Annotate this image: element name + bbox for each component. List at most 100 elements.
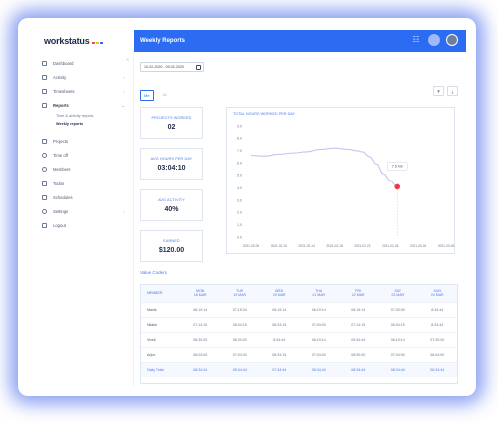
user-avatar-icon[interactable] [428, 34, 440, 46]
member-name-cell: Arjun [141, 346, 181, 362]
sidebar: « Dashboard Activity › Timesheets › Repo… [32, 52, 134, 386]
x-tick-label: 2021-02-10 [271, 244, 288, 248]
view-tabs: Me All [140, 90, 170, 101]
network-icon[interactable]: ☷ [410, 34, 422, 46]
time-cell: 06:19:14 [338, 301, 378, 317]
table-row: Vivek 08:30:00 08:30:00 8:34:44 06:19:14 09:3… [141, 331, 457, 347]
download-button[interactable]: ⤓ [447, 86, 458, 96]
sidebar-item-label: Settings [53, 208, 69, 214]
stat-value: 02 [167, 123, 176, 131]
app-logo[interactable]: workstatus [32, 30, 134, 52]
stat-card-projects: PROJECTS WORKED 02 [140, 107, 203, 139]
table-row: Nilakh 07:14:15 08:34:15 06:34:15 07:04:00 07… [141, 316, 457, 332]
time-cell: 8:34:44 [259, 331, 299, 347]
time-cell: 09:34:44 [338, 331, 378, 347]
calendar-icon[interactable] [196, 65, 201, 70]
sidebar-item-reports[interactable]: Reports ⌄ [32, 98, 133, 112]
time-cell: 07:34:44 [259, 361, 299, 377]
sidebar-item-settings[interactable]: Settings › [32, 204, 133, 218]
logo-dot-red [91, 41, 95, 44]
table-row: Manik 06:19:14 07:15:34 06:19:14 06:19:14 06:… [141, 301, 457, 317]
calendar-icon [42, 194, 47, 200]
column-header-member: MEMBER [141, 285, 181, 302]
x-tick-label: 2021-02-26 [382, 244, 399, 248]
time-cell: 08:34:44 [338, 361, 378, 377]
logout-icon [42, 222, 47, 228]
time-cell: 07:04:00 [378, 346, 418, 362]
sidebar-item-time-off[interactable]: Time off [32, 148, 133, 162]
sidebar-item-schedules[interactable]: Schedules [32, 190, 133, 204]
sidebar-subitem-weekly-reports[interactable]: Weekly reports [32, 120, 133, 128]
filter-icon: ▼ [436, 89, 441, 94]
logo-text: workstatus [44, 36, 90, 46]
chevron-down-icon: ⌄ [121, 102, 125, 108]
date-range-value: 10-02-2020 - 09-02-2020 [144, 65, 184, 69]
stat-label: AVG HOURS PER DAY [150, 156, 193, 161]
column-header-day: WED 20 MAR [259, 285, 299, 302]
todos-icon [42, 180, 47, 186]
sidebar-item-todos[interactable]: Todos [32, 176, 133, 190]
time-cell: 06:19:14 [180, 301, 220, 317]
sidebar-subitem-time-activity[interactable]: Time & activity reports [32, 112, 133, 120]
sidebar-item-members[interactable]: Members [32, 162, 133, 176]
time-cell: 08:19:14 [378, 331, 418, 347]
table-body: Manik 06:19:14 07:15:34 06:19:14 06:19:14 06:… [141, 301, 457, 377]
stat-value: 40% [164, 205, 179, 213]
sidebar-item-dashboard[interactable]: Dashboard [32, 56, 133, 70]
stat-label: PROJECTS WORKED [151, 115, 192, 120]
app-window: workstatus Weekly Reports ☷ « Dashboard [32, 30, 466, 386]
screenshot-frame: workstatus Weekly Reports ☷ « Dashboard [0, 0, 498, 423]
x-tick-label: 2021-03-02 [410, 244, 427, 248]
toolbar-buttons: ▼ ⤓ [433, 86, 458, 96]
column-header-day: FRI 22 MAR [338, 285, 378, 302]
member-name-cell: Manik [141, 301, 181, 317]
column-header-day: TUE 19 MAR [220, 285, 260, 302]
y-tick-label: 8.0 [237, 137, 242, 141]
time-cell: 08:30:00 [220, 331, 260, 347]
stat-label: AVG ACTIVITY [158, 197, 185, 202]
series-line [250, 147, 398, 187]
stat-card-avg-activity: AVG ACTIVITY 40% [140, 189, 203, 221]
time-cell: 06:04:00 [180, 346, 220, 362]
time-cell: 07:04:00 [299, 316, 339, 332]
y-tick-label: 7.0 [237, 149, 242, 153]
top-bar: workstatus Weekly Reports ☷ [32, 30, 466, 52]
sidebar-item-activity[interactable]: Activity › [32, 70, 133, 84]
hours-chart-card: TOTAL HOURS WORKED PER DAY 0.0 1.0 2.0 3.0 4… [226, 107, 455, 254]
time-cell: 07:04:00 [299, 346, 339, 362]
member-name-cell: Nilakh [141, 316, 181, 332]
download-icon: ⤓ [451, 89, 454, 94]
table-row: Arjun 06:04:00 07:04:00 06:34:15 07:04:00 08:… [141, 346, 457, 362]
profile-photo[interactable] [446, 34, 458, 46]
time-cell: 06:19:14 [299, 331, 339, 347]
stat-card-earned: EARNED $120.00 [140, 230, 203, 262]
y-tick-label: 0.0 [237, 235, 242, 239]
sidebar-item-projects[interactable]: Projects [32, 134, 133, 148]
header-line2: 24 MAR [430, 293, 444, 298]
header-line2: 23 MAR [391, 293, 405, 298]
reports-icon [42, 102, 47, 108]
y-tick-label: 6.0 [237, 161, 242, 165]
y-tick-label: 5.0 [237, 174, 242, 178]
timesheet-icon [42, 88, 47, 94]
time-cell: 8:34:44 [417, 301, 457, 317]
logo-dot-yellow [95, 41, 99, 44]
header-line2: 21 MAR [312, 293, 326, 298]
sidebar-item-timesheets[interactable]: Timesheets › [32, 84, 133, 98]
header-line2: 20 MAR [272, 293, 286, 298]
column-header-day: MON 18 MAR [180, 285, 220, 302]
sidebar-item-label: Members [53, 166, 71, 172]
filter-button[interactable]: ▼ [433, 86, 444, 96]
date-range-picker[interactable]: 10-02-2020 - 09-02-2020 [140, 62, 204, 72]
time-cell: 07:04:00 [220, 346, 260, 362]
table-header-row: MEMBER MON 18 MAR TUE 19 MAR WED 20 MAR THU 21 M… [141, 285, 457, 302]
tab-me[interactable]: Me [140, 90, 154, 101]
time-cell: 08:34:44 [180, 361, 220, 377]
sidebar-item-logout[interactable]: Logout [32, 218, 133, 232]
time-cell: 08:30:00 [180, 331, 220, 347]
tab-all[interactable]: All [160, 90, 170, 101]
sidebar-item-label: Activity [53, 74, 67, 80]
clock-icon [42, 152, 47, 158]
top-icons: ☷ [410, 34, 458, 46]
time-cell: 06:34:15 [259, 346, 299, 362]
